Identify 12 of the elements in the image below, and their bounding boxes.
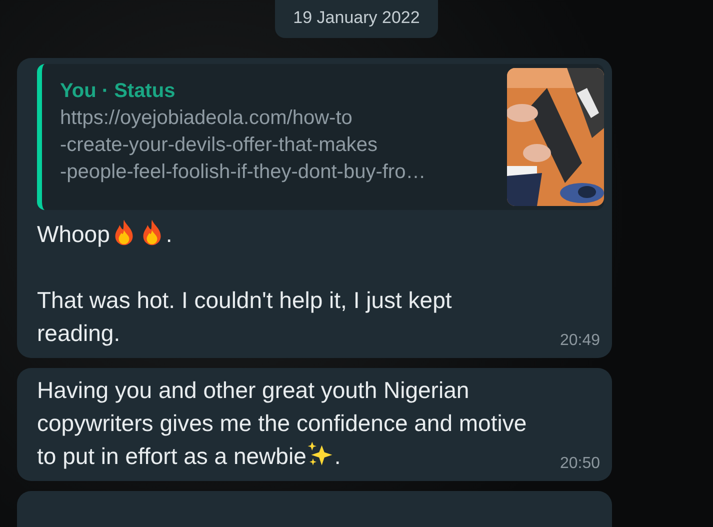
message-time: 20:49 bbox=[560, 332, 600, 350]
quote-link-line: -people-feel-foolish-if-they-dont-buy-fro… bbox=[60, 160, 426, 185]
message-text: That was hot. I couldn't help it, I just kept reading. bbox=[37, 286, 453, 348]
message-time: 20:50 bbox=[560, 455, 600, 473]
quote-link-line: -create-your-devils-offer-that-makes bbox=[60, 133, 379, 158]
date-chip: 19 January 2022 bbox=[275, 0, 438, 38]
quoted-status[interactable]: You · Status https://oyejobiadeola.com/how-to -create-your-devils-offer-that-makes -people-feel-foolish-if-they-dont-buy-fro… bbox=[37, 64, 604, 210]
sparkles-icon bbox=[306, 440, 334, 468]
message-text: Having you and other great youth Nigerian copywriters gives me the confidence and motive to put in effort as a newbie . bbox=[37, 376, 528, 471]
quote-link-line: https://oyejobiadeola.com/how-to bbox=[60, 106, 354, 131]
quote-author: You · Status bbox=[60, 80, 176, 103]
message-text: Whoop . bbox=[37, 218, 172, 251]
